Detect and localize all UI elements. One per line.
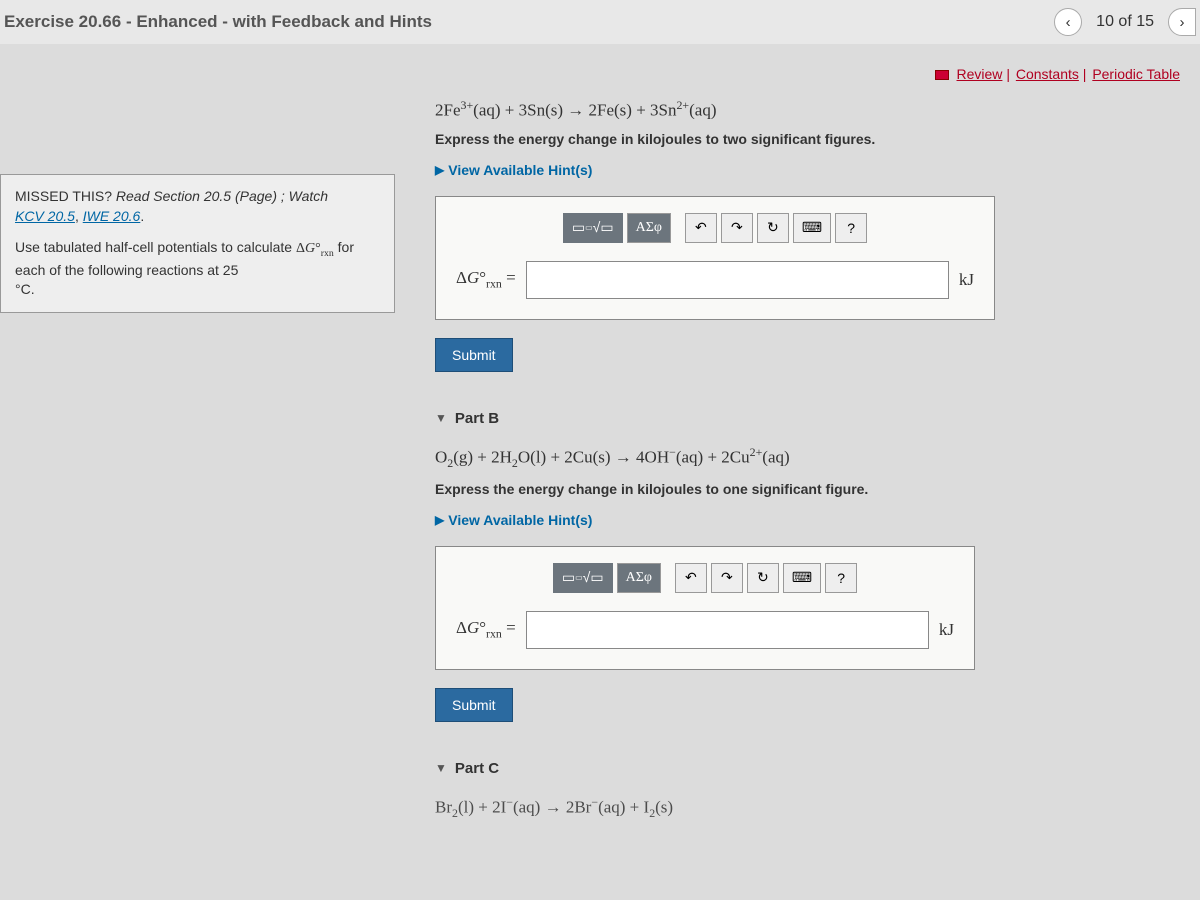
part-c: Br2(l) + 2I−(aq) → 2Br−(aq) + I2(s) [435, 795, 1180, 821]
instruction-a: Express the energy change in kilojoules … [435, 131, 1180, 147]
help-button[interactable]: ? [825, 563, 857, 593]
part-c-header[interactable]: ▼ Part C [435, 752, 1180, 795]
unit-b: kJ [939, 620, 954, 640]
top-bar: Exercise 20.66 - Enhanced - with Feedbac… [0, 0, 1200, 44]
problem-statement: Use tabulated half-cell potentials to ca… [15, 238, 380, 300]
constants-link[interactable]: Constants [1016, 66, 1079, 82]
content-panel: Review | Constants | Periodic Table 2Fe3… [395, 54, 1200, 894]
hints-toggle-b[interactable]: ▶ View Available Hint(s) [435, 512, 592, 528]
missed-this-box: MISSED THIS? Read Section 20.5 (Page) ; … [0, 174, 395, 313]
delta-g-label: ΔG°rxn = [456, 618, 516, 641]
undo-button[interactable]: ↶ [685, 213, 717, 243]
reset-button[interactable]: ↻ [757, 213, 789, 243]
exercise-title: Exercise 20.66 - Enhanced - with Feedbac… [4, 12, 432, 32]
toolbar-a: ▭▭√▭ ΑΣφ ↶ ↷ ↻ ⌨ ? [456, 213, 974, 243]
answer-input-a[interactable] [526, 261, 949, 299]
caret-right-icon: ▶ [435, 513, 444, 527]
resource-links: Review | Constants | Periodic Table [435, 54, 1180, 98]
templates-button[interactable]: ▭▭√▭ [563, 213, 623, 243]
answer-input-b[interactable] [526, 611, 929, 649]
keyboard-button[interactable]: ⌨ [783, 563, 821, 593]
periodic-table-link[interactable]: Periodic Table [1092, 66, 1180, 82]
prev-button[interactable]: ‹ [1054, 8, 1082, 36]
caret-right-icon: ▶ [435, 163, 444, 177]
link-iwe[interactable]: IWE 20.6 [83, 208, 141, 224]
part-b-header[interactable]: ▼ Part B [435, 402, 1180, 445]
flag-icon [935, 70, 949, 80]
part-a: 2Fe3+(aq) + 3Sn(s) → 2Fe(s) + 3Sn2+(aq) … [435, 98, 1180, 372]
answer-row-a: ΔG°rxn = kJ [456, 261, 974, 299]
unit-a: kJ [959, 270, 974, 290]
equation-b: O2(g) + 2H2O(l) + 2Cu(s) → 4OH−(aq) + 2C… [435, 445, 1180, 471]
part-b: O2(g) + 2H2O(l) + 2Cu(s) → 4OH−(aq) + 2C… [435, 445, 1180, 722]
nav-controls: ‹ 10 of 15 › [1054, 8, 1196, 36]
answer-box-a: ▭▭√▭ ΑΣφ ↶ ↷ ↻ ⌨ ? ΔG°rxn = kJ [435, 196, 995, 320]
help-button[interactable]: ? [835, 213, 867, 243]
submit-button-b[interactable]: Submit [435, 688, 513, 722]
undo-button[interactable]: ↶ [675, 563, 707, 593]
reset-button[interactable]: ↻ [747, 563, 779, 593]
caret-down-icon: ▼ [435, 761, 447, 775]
review-link[interactable]: Review [957, 66, 1003, 82]
delta-g-label: ΔG°rxn = [456, 268, 516, 291]
instruction-b: Express the energy change in kilojoules … [435, 481, 1180, 497]
answer-row-b: ΔG°rxn = kJ [456, 611, 954, 649]
left-sidebar: MISSED THIS? Read Section 20.5 (Page) ; … [0, 54, 395, 894]
redo-button[interactable]: ↷ [711, 563, 743, 593]
symbols-button[interactable]: ΑΣφ [627, 213, 671, 243]
redo-button[interactable]: ↷ [721, 213, 753, 243]
caret-down-icon: ▼ [435, 411, 447, 425]
next-button[interactable]: › [1168, 8, 1196, 36]
toolbar-b: ▭▭√▭ ΑΣφ ↶ ↷ ↻ ⌨ ? [456, 563, 954, 593]
submit-button-a[interactable]: Submit [435, 338, 513, 372]
missed-text: Read Section 20.5 (Page) ; Watch [116, 188, 328, 204]
answer-box-b: ▭▭√▭ ΑΣφ ↶ ↷ ↻ ⌨ ? ΔG°rxn = kJ [435, 546, 975, 670]
templates-button[interactable]: ▭▭√▭ [553, 563, 613, 593]
hints-toggle-a[interactable]: ▶ View Available Hint(s) [435, 162, 592, 178]
page-counter: 10 of 15 [1090, 13, 1160, 31]
equation-c: Br2(l) + 2I−(aq) → 2Br−(aq) + I2(s) [435, 795, 1180, 821]
link-kcv[interactable]: KCV 20.5 [15, 208, 75, 224]
symbols-button[interactable]: ΑΣφ [617, 563, 661, 593]
missed-label: MISSED THIS? [15, 188, 112, 204]
equation-a: 2Fe3+(aq) + 3Sn(s) → 2Fe(s) + 3Sn2+(aq) [435, 98, 1180, 121]
keyboard-button[interactable]: ⌨ [793, 213, 831, 243]
